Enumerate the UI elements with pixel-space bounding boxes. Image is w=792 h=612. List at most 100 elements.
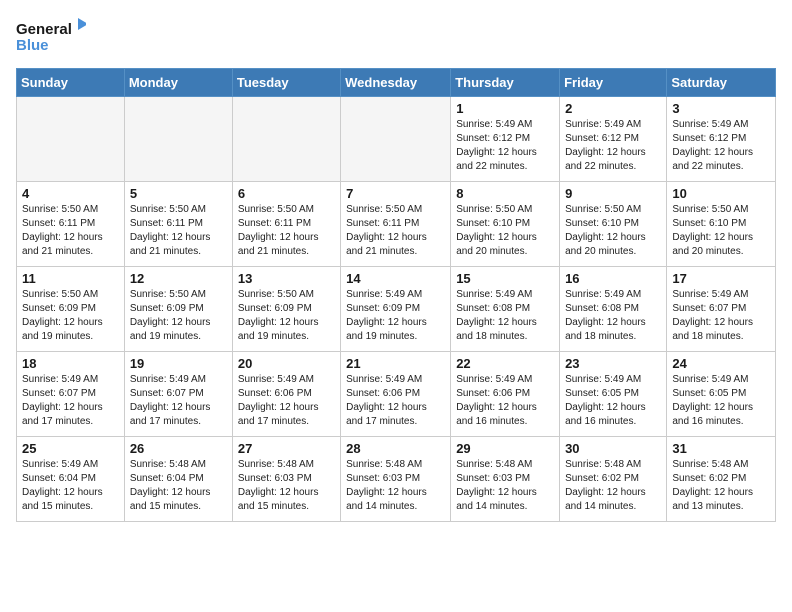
day-cell-21: 21Sunrise: 5:49 AM Sunset: 6:06 PM Dayli… (341, 352, 451, 437)
day-info: Sunrise: 5:48 AM Sunset: 6:02 PM Dayligh… (565, 458, 661, 514)
day-cell-2: 2Sunrise: 5:49 AM Sunset: 6:12 PM Daylig… (560, 97, 667, 182)
empty-cell (232, 97, 340, 182)
logo: General Blue (16, 16, 86, 56)
day-info: Sunrise: 5:48 AM Sunset: 6:02 PM Dayligh… (672, 458, 770, 514)
day-number: 3 (672, 101, 770, 116)
day-cell-6: 6 Sunrise: 5:50 AM Sunset: 6:11 PM Daylig… (232, 182, 340, 267)
day-number: 11 (22, 271, 119, 286)
day-number: 30 (565, 441, 661, 456)
day-number: 5 (130, 186, 227, 201)
day-info: Sunrise: 5:50 AM Sunset: 6:09 PM Dayligh… (130, 288, 227, 344)
day-number: 24 (672, 356, 770, 371)
week-row-2: 4 Sunrise: 5:50 AM Sunset: 6:11 PM Daylig… (17, 182, 776, 267)
day-cell-18: 18 Sunrise: 5:49 AM Sunset: 6:07 PM Dayli… (17, 352, 125, 437)
day-number: 9 (565, 186, 661, 201)
day-number: 8 (456, 186, 554, 201)
day-number: 20 (238, 356, 335, 371)
day-number: 28 (346, 441, 445, 456)
day-cell-23: 23Sunrise: 5:49 AM Sunset: 6:05 PM Dayli… (560, 352, 667, 437)
empty-cell (341, 97, 451, 182)
day-cell-22: 22 Sunrise: 5:49 AM Sunset: 6:06 PM Dayli… (451, 352, 560, 437)
day-info: Sunrise: 5:49 AM Sunset: 6:06 PM Dayligh… (346, 373, 445, 429)
day-cell-19: 19Sunrise: 5:49 AM Sunset: 6:07 PM Dayli… (124, 352, 232, 437)
day-cell-15: 15Sunrise: 5:49 AM Sunset: 6:08 PM Dayli… (451, 267, 560, 352)
empty-cell (17, 97, 125, 182)
day-info: Sunrise: 5:48 AM Sunset: 6:03 PM Dayligh… (238, 458, 335, 514)
week-row-5: 25 Sunrise: 5:49 AM Sunset: 6:04 PM Dayli… (17, 437, 776, 522)
day-number: 16 (565, 271, 661, 286)
day-number: 13 (238, 271, 335, 286)
day-cell-25: 25 Sunrise: 5:49 AM Sunset: 6:04 PM Dayli… (17, 437, 125, 522)
day-cell-13: 13 Sunrise: 5:50 AM Sunset: 6:09 PM Dayli… (232, 267, 340, 352)
day-info: Sunrise: 5:50 AM Sunset: 6:11 PM Dayligh… (130, 203, 227, 259)
day-cell-17: 17Sunrise: 5:49 AM Sunset: 6:07 PM Dayli… (667, 267, 776, 352)
day-number: 14 (346, 271, 445, 286)
day-info: Sunrise: 5:50 AM Sunset: 6:11 PM Dayligh… (22, 203, 119, 259)
day-info: Sunrise: 5:50 AM Sunset: 6:10 PM Dayligh… (672, 203, 770, 259)
day-info: Sunrise: 5:49 AM Sunset: 6:07 PM Dayligh… (22, 373, 119, 429)
weekday-header-friday: Friday (560, 69, 667, 97)
day-cell-27: 27 Sunrise: 5:48 AM Sunset: 6:03 PM Dayli… (232, 437, 340, 522)
day-cell-5: 5 Sunrise: 5:50 AM Sunset: 6:11 PM Daylig… (124, 182, 232, 267)
day-cell-28: 28 Sunrise: 5:48 AM Sunset: 6:03 PM Dayli… (341, 437, 451, 522)
day-number: 4 (22, 186, 119, 201)
day-info: Sunrise: 5:49 AM Sunset: 6:06 PM Dayligh… (456, 373, 554, 429)
weekday-header-wednesday: Wednesday (341, 69, 451, 97)
day-number: 18 (22, 356, 119, 371)
day-cell-20: 20 Sunrise: 5:49 AM Sunset: 6:06 PM Dayli… (232, 352, 340, 437)
day-info: Sunrise: 5:49 AM Sunset: 6:08 PM Dayligh… (565, 288, 661, 344)
day-info: Sunrise: 5:50 AM Sunset: 6:11 PM Dayligh… (238, 203, 335, 259)
day-number: 2 (565, 101, 661, 116)
day-number: 26 (130, 441, 227, 456)
day-cell-3: 3 Sunrise: 5:49 AM Sunset: 6:12 PM Daylig… (667, 97, 776, 182)
day-number: 31 (672, 441, 770, 456)
day-info: Sunrise: 5:49 AM Sunset: 6:06 PM Dayligh… (238, 373, 335, 429)
page-header: General Blue (16, 16, 776, 56)
day-cell-16: 16 Sunrise: 5:49 AM Sunset: 6:08 PM Dayli… (560, 267, 667, 352)
day-info: Sunrise: 5:50 AM Sunset: 6:09 PM Dayligh… (22, 288, 119, 344)
day-number: 27 (238, 441, 335, 456)
day-cell-14: 14Sunrise: 5:49 AM Sunset: 6:09 PM Dayli… (341, 267, 451, 352)
day-info: Sunrise: 5:49 AM Sunset: 6:04 PM Dayligh… (22, 458, 119, 514)
weekday-header-sunday: Sunday (17, 69, 125, 97)
week-row-4: 18 Sunrise: 5:49 AM Sunset: 6:07 PM Dayli… (17, 352, 776, 437)
weekday-header-tuesday: Tuesday (232, 69, 340, 97)
day-number: 6 (238, 186, 335, 201)
day-info: Sunrise: 5:49 AM Sunset: 6:12 PM Dayligh… (456, 118, 554, 174)
day-cell-30: 30 Sunrise: 5:48 AM Sunset: 6:02 PM Dayli… (560, 437, 667, 522)
day-info: Sunrise: 5:50 AM Sunset: 6:10 PM Dayligh… (565, 203, 661, 259)
day-info: Sunrise: 5:49 AM Sunset: 6:05 PM Dayligh… (672, 373, 770, 429)
day-info: Sunrise: 5:48 AM Sunset: 6:03 PM Dayligh… (456, 458, 554, 514)
day-number: 22 (456, 356, 554, 371)
day-cell-12: 12 Sunrise: 5:50 AM Sunset: 6:09 PM Dayli… (124, 267, 232, 352)
day-cell-11: 11 Sunrise: 5:50 AM Sunset: 6:09 PM Dayli… (17, 267, 125, 352)
day-info: Sunrise: 5:50 AM Sunset: 6:10 PM Dayligh… (456, 203, 554, 259)
day-info: Sunrise: 5:50 AM Sunset: 6:11 PM Dayligh… (346, 203, 445, 259)
svg-text:Blue: Blue (16, 37, 49, 54)
day-cell-4: 4 Sunrise: 5:50 AM Sunset: 6:11 PM Daylig… (17, 182, 125, 267)
weekday-header-saturday: Saturday (667, 69, 776, 97)
weekday-header-row: SundayMondayTuesdayWednesdayThursdayFrid… (17, 69, 776, 97)
day-cell-1: 1 Sunrise: 5:49 AM Sunset: 6:12 PM Daylig… (451, 97, 560, 182)
weekday-header-thursday: Thursday (451, 69, 560, 97)
day-number: 12 (130, 271, 227, 286)
day-number: 10 (672, 186, 770, 201)
day-number: 25 (22, 441, 119, 456)
week-row-3: 11 Sunrise: 5:50 AM Sunset: 6:09 PM Dayli… (17, 267, 776, 352)
week-row-1: 1 Sunrise: 5:49 AM Sunset: 6:12 PM Daylig… (17, 97, 776, 182)
day-cell-10: 10 Sunrise: 5:50 AM Sunset: 6:10 PM Dayli… (667, 182, 776, 267)
day-info: Sunrise: 5:49 AM Sunset: 6:08 PM Dayligh… (456, 288, 554, 344)
day-info: Sunrise: 5:48 AM Sunset: 6:04 PM Dayligh… (130, 458, 227, 514)
day-number: 7 (346, 186, 445, 201)
day-info: Sunrise: 5:48 AM Sunset: 6:03 PM Dayligh… (346, 458, 445, 514)
day-number: 1 (456, 101, 554, 116)
day-cell-9: 9 Sunrise: 5:50 AM Sunset: 6:10 PM Daylig… (560, 182, 667, 267)
day-info: Sunrise: 5:50 AM Sunset: 6:09 PM Dayligh… (238, 288, 335, 344)
day-info: Sunrise: 5:49 AM Sunset: 6:12 PM Dayligh… (672, 118, 770, 174)
day-cell-24: 24 Sunrise: 5:49 AM Sunset: 6:05 PM Dayli… (667, 352, 776, 437)
day-number: 19 (130, 356, 227, 371)
calendar-table: SundayMondayTuesdayWednesdayThursdayFrid… (16, 68, 776, 522)
day-number: 23 (565, 356, 661, 371)
day-cell-26: 26 Sunrise: 5:48 AM Sunset: 6:04 PM Dayli… (124, 437, 232, 522)
day-cell-8: 8 Sunrise: 5:50 AM Sunset: 6:10 PM Daylig… (451, 182, 560, 267)
